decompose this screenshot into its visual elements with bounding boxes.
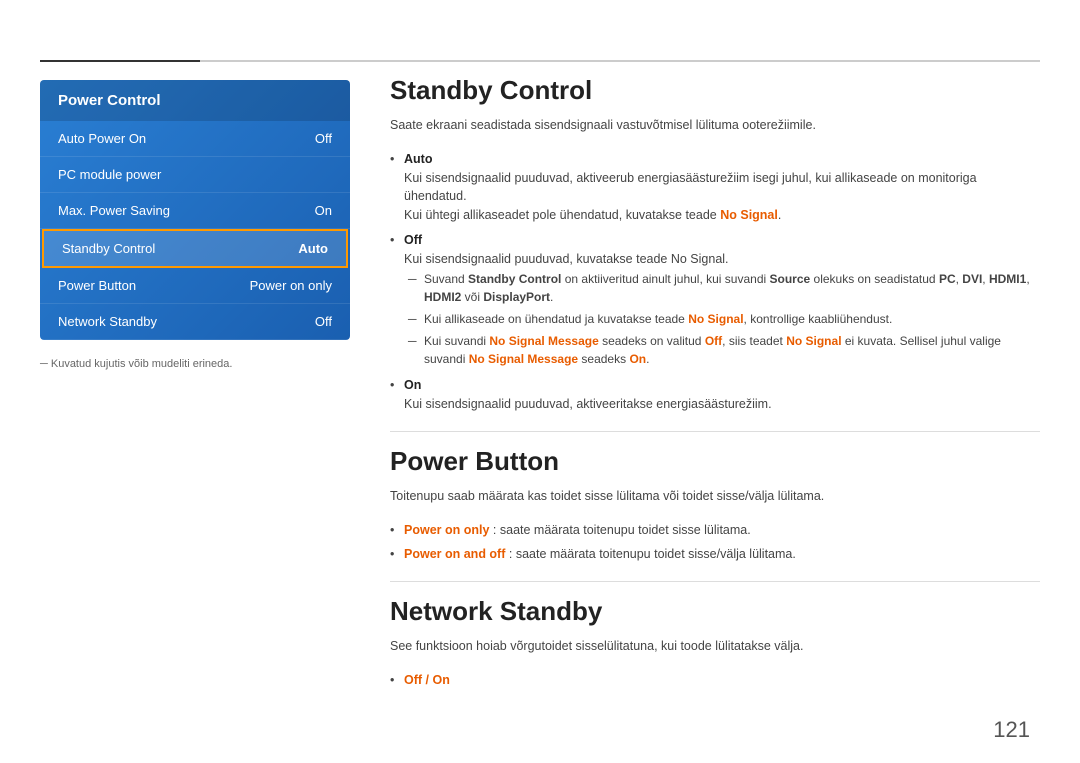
menu-item-value: On bbox=[315, 203, 332, 218]
menu-item-label: PC module power bbox=[58, 167, 161, 182]
menu-item-4[interactable]: Power Button Power on only bbox=[40, 268, 350, 304]
footnote: Kuvatud kujutis võib mudeliti erineda. bbox=[40, 358, 350, 370]
menu-item-0[interactable]: Auto Power On Off bbox=[40, 121, 350, 157]
dash-item-0-1-2: Kui suvandi No Signal Message seadeks on… bbox=[404, 330, 1040, 370]
bullet-label-orange: Power on only bbox=[404, 523, 489, 537]
menu-item-3[interactable]: Standby Control Auto bbox=[42, 229, 348, 268]
section-title-power-button: Power Button bbox=[390, 446, 1040, 477]
left-panel: Power Control Auto Power On Off PC module… bbox=[40, 80, 350, 370]
bullet-item-1-0: Power on only : saate määrata toitenupu … bbox=[390, 518, 1040, 543]
bullet-subdesc: Kui ühtegi allikaseadet pole ühendatud, … bbox=[404, 208, 781, 222]
bullet-list-standby-control: Auto Kui sisendsignaalid puuduvad, aktive… bbox=[390, 147, 1040, 417]
bullet-label: On bbox=[404, 378, 421, 392]
bullet-list-power-button: Power on only : saate määrata toitenupu … bbox=[390, 518, 1040, 568]
bullet-label-orange: Off / On bbox=[404, 673, 450, 687]
menu-item-value: Off bbox=[315, 314, 332, 329]
bullet-list-network-standby: Off / On bbox=[390, 668, 1040, 693]
menu-item-value: Off bbox=[315, 131, 332, 146]
section-power-button: Power Button Toitenupu saab määrata kas t… bbox=[390, 446, 1040, 582]
bullet-item-0-0: Auto Kui sisendsignaalid puuduvad, aktive… bbox=[390, 147, 1040, 228]
section-divider bbox=[390, 581, 1040, 582]
bullet-suffix: : saate määrata toitenupu toidet sisse l… bbox=[493, 523, 751, 537]
bullet-label: Off bbox=[404, 233, 422, 247]
dash-item-0-1-1: Kui allikaseade on ühendatud ja kuvataks… bbox=[404, 308, 1040, 330]
bullet-suffix: : saate määrata toitenupu toidet sisse/v… bbox=[509, 547, 796, 561]
bullet-item-1-1: Power on and off : saate määrata toitenu… bbox=[390, 542, 1040, 567]
bullet-desc: Kui sisendsignaalid puuduvad, aktiveerub… bbox=[404, 171, 977, 204]
menu-item-label: Network Standby bbox=[58, 314, 157, 329]
menu-item-label: Auto Power On bbox=[58, 131, 146, 146]
menu-item-label: Max. Power Saving bbox=[58, 203, 170, 218]
menu-item-label: Standby Control bbox=[62, 241, 155, 256]
bullet-label-orange: Power on and off bbox=[404, 547, 505, 561]
top-line-accent bbox=[40, 60, 200, 62]
page-number: 121 bbox=[993, 717, 1030, 743]
section-standby-control: Standby Control Saate ekraani seadistada … bbox=[390, 75, 1040, 432]
section-intro-power-button: Toitenupu saab määrata kas toidet sisse … bbox=[390, 487, 1040, 506]
dash-item-0-1-0: Suvand Standby Control on aktiiveritud a… bbox=[404, 268, 1040, 308]
menu-item-value: Power on only bbox=[250, 278, 332, 293]
right-content: Standby Control Saate ekraani seadistada … bbox=[390, 75, 1040, 701]
bullet-desc: Kui sisendsignaalid puuduvad, kuvatakse … bbox=[404, 252, 729, 266]
menu-item-2[interactable]: Max. Power Saving On bbox=[40, 193, 350, 229]
bullet-desc: Kui sisendsignaalid puuduvad, aktiveerit… bbox=[404, 397, 772, 411]
section-title-network-standby: Network Standby bbox=[390, 596, 1040, 627]
section-intro-standby-control: Saate ekraani seadistada sisendsignaali … bbox=[390, 116, 1040, 135]
menu-title: Power Control bbox=[40, 80, 350, 121]
section-network-standby: Network Standby See funktsioon hoiab võrg… bbox=[390, 596, 1040, 693]
bullet-label: Auto bbox=[404, 152, 432, 166]
menu-box: Power Control Auto Power On Off PC module… bbox=[40, 80, 350, 340]
menu-item-5[interactable]: Network Standby Off bbox=[40, 304, 350, 340]
section-title-standby-control: Standby Control bbox=[390, 75, 1040, 106]
bullet-item-0-1: Off Kui sisendsignaalid puuduvad, kuvatak… bbox=[390, 228, 1040, 374]
menu-item-label: Power Button bbox=[58, 278, 136, 293]
menu-item-1[interactable]: PC module power bbox=[40, 157, 350, 193]
menu-item-value: Auto bbox=[298, 241, 328, 256]
bullet-item-0-2: On Kui sisendsignaalid puuduvad, aktiveer… bbox=[390, 373, 1040, 417]
bullet-item-2-0: Off / On bbox=[390, 668, 1040, 693]
section-divider bbox=[390, 431, 1040, 432]
section-intro-network-standby: See funktsioon hoiab võrgutoidet sisselü… bbox=[390, 637, 1040, 656]
